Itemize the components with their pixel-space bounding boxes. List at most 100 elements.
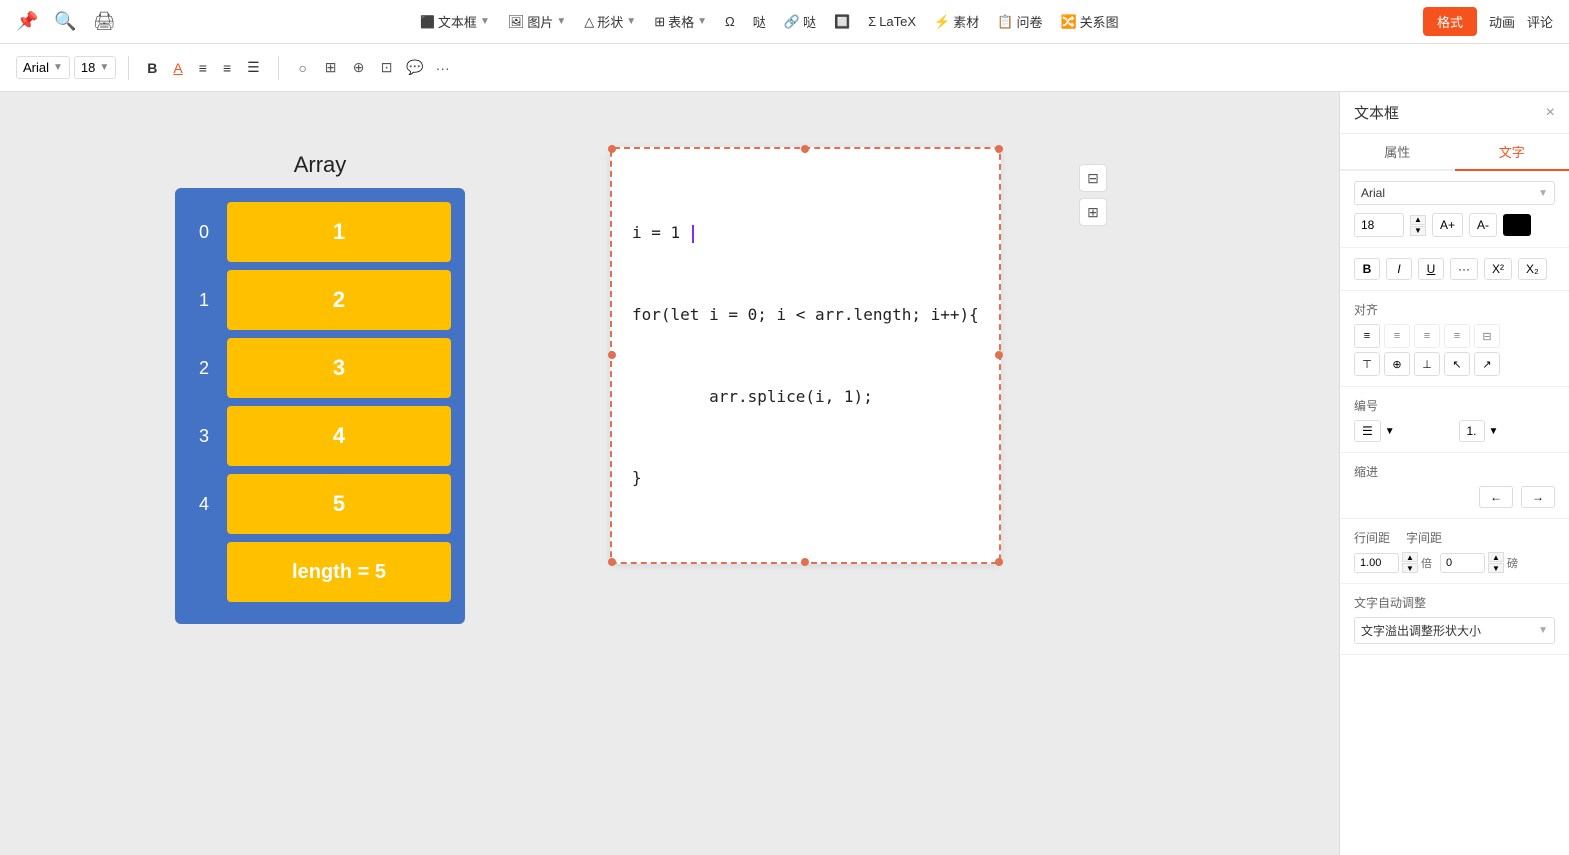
format-button[interactable]: 格式 — [1423, 7, 1477, 36]
numbered-dropdown-arrow[interactable]: ▼ — [1489, 426, 1499, 437]
array-length-cell: length = 5 — [227, 542, 451, 602]
comment-icon[interactable]: 💬 — [403, 56, 427, 80]
char-spacing-group: ▲ ▼ 磅 — [1440, 552, 1518, 573]
handle-bottom-left[interactable] — [608, 558, 616, 566]
handle-bottom-right[interactable] — [995, 558, 1003, 566]
align-left-button[interactable]: ≡ — [193, 56, 213, 80]
handle-top-left[interactable] — [608, 145, 616, 153]
font-size-up[interactable]: ▲ — [1410, 215, 1426, 225]
print-icon[interactable]: 🖨 — [93, 11, 116, 32]
indent-left-button[interactable]: ← — [1479, 486, 1513, 508]
font-name-row: Arial ▼ — [1354, 181, 1555, 205]
numbered-list-button[interactable]: 1. — [1459, 420, 1485, 442]
list-button[interactable]: ☰ — [241, 55, 266, 80]
align-right-button[interactable]: ≡ — [1414, 324, 1440, 348]
panel-toggle-icon[interactable]: ⊟ — [1079, 164, 1107, 192]
h-align-row: ≡ ≡ ≡ ≡ ⊟ — [1354, 324, 1555, 348]
link-menu-item[interactable]: 🔗 哒 — [784, 12, 816, 31]
toolbar-left: 📌 🔍 🖨 — [16, 11, 116, 32]
code-textbox[interactable]: i = 1 for(let i = 0; i < arr.length; i++… — [610, 147, 1001, 564]
code-content[interactable]: i = 1 for(let i = 0; i < arr.length; i++… — [632, 165, 979, 546]
align-center-button[interactable]: ≡ — [217, 56, 237, 80]
char-spacing-input[interactable] — [1440, 553, 1485, 573]
relation-icon: 🔀 — [1060, 14, 1076, 30]
handle-top[interactable] — [801, 145, 809, 153]
font-size-select[interactable]: 18 ▼ — [74, 56, 116, 79]
pin-icon[interactable]: 📌 — [16, 11, 38, 32]
circle-icon[interactable]: ○ — [291, 56, 315, 80]
tab-text[interactable]: 文字 — [1455, 134, 1569, 171]
panel-more-button[interactable]: ··· — [1450, 258, 1478, 280]
tab-attributes[interactable]: 属性 — [1340, 134, 1455, 169]
panel-font-size-input[interactable] — [1354, 213, 1404, 237]
numbering-label: 编号 — [1354, 397, 1555, 414]
bullet-dropdown-arrow[interactable]: ▼ — [1385, 426, 1395, 437]
image-menu-item[interactable]: 🖼 图片 ▼ — [508, 12, 566, 31]
panel-option-icon[interactable]: ⊞ — [1079, 198, 1107, 226]
relation-menu-item[interactable]: 🔀 关系图 — [1060, 12, 1118, 31]
align-center-button[interactable]: ≡ — [1384, 324, 1410, 348]
line-spacing-input[interactable] — [1354, 553, 1399, 573]
line-spacing-down[interactable]: ▼ — [1402, 563, 1418, 573]
toolbar-separator-2 — [278, 56, 279, 80]
omega-menu-item[interactable]: Ω — [725, 14, 735, 29]
table-menu-item[interactable]: ⊞ 表格 ▼ — [654, 12, 707, 31]
comment-button[interactable]: 评论 — [1527, 12, 1553, 31]
autofit-select[interactable]: 文字溢出调整形状大小 ▼ — [1354, 617, 1555, 644]
font-size-value: 18 — [81, 60, 95, 75]
indent-right-button[interactable]: → — [1521, 486, 1555, 508]
valign-upleft-button[interactable]: ↖ — [1444, 352, 1470, 376]
handle-right[interactable] — [995, 351, 1003, 359]
valign-middle-button[interactable]: ⊕ — [1384, 352, 1410, 376]
handle-bottom[interactable] — [801, 558, 809, 566]
handle-left[interactable] — [608, 351, 616, 359]
font-family-select[interactable]: Arial ▼ — [16, 56, 70, 79]
align-distribute-button[interactable]: ⊟ — [1474, 324, 1500, 348]
shape-arrow: ▼ — [626, 16, 636, 27]
bullet-list-button[interactable]: ☰ — [1354, 420, 1381, 442]
material-menu-item[interactable]: ⚡ 素材 — [934, 12, 979, 31]
survey-menu-item[interactable]: 📋 问卷 — [997, 12, 1042, 31]
panel-close-button[interactable]: × — [1546, 104, 1555, 122]
align-left-button[interactable]: ≡ — [1354, 324, 1380, 348]
textbox-menu-item[interactable]: ⬛ 文本框 ▼ — [420, 12, 490, 31]
valign-bottom-button[interactable]: ⊥ — [1414, 352, 1440, 376]
line-spacing-up[interactable]: ▲ — [1402, 552, 1418, 562]
handle-top-right[interactable] — [995, 145, 1003, 153]
char-spacing-down[interactable]: ▼ — [1488, 563, 1504, 573]
panel-italic-button[interactable]: I — [1386, 258, 1412, 280]
search-icon[interactable]: 🔍 — [54, 11, 76, 32]
code-line2: for(let i = 0; i < arr.length; i++){ — [632, 301, 979, 328]
font-size-arrow: ▼ — [99, 62, 109, 73]
array-index-1: 1 — [189, 290, 219, 311]
array-row-3: 3 4 — [189, 406, 451, 466]
animation-button[interactable]: 动画 — [1489, 12, 1515, 31]
grid-icon[interactable]: ⊞ — [319, 56, 343, 80]
font-color-swatch[interactable] — [1503, 214, 1531, 236]
font-shrink-button[interactable]: A- — [1469, 213, 1497, 237]
bold-button[interactable]: B — [141, 56, 163, 80]
panel-underline-button[interactable]: U — [1418, 258, 1444, 280]
layers-icon[interactable]: ⊕ — [347, 56, 371, 80]
align-section: 对齐 ≡ ≡ ≡ ≡ ⊟ ⊤ ⊕ ⊥ ↖ ↗ — [1340, 291, 1569, 387]
valign-top-button[interactable]: ⊤ — [1354, 352, 1380, 376]
char-spacing-up[interactable]: ▲ — [1488, 552, 1504, 562]
shape-menu-item[interactable]: △ 形状 ▼ — [584, 12, 636, 31]
diagram-menu-item[interactable]: 🔲 — [834, 14, 850, 30]
crop-icon[interactable]: ⊡ — [375, 56, 399, 80]
code-line3: arr.splice(i, 1); — [632, 383, 979, 410]
underline-button[interactable]: A — [167, 56, 188, 80]
special-menu-item[interactable]: 哒 — [753, 12, 766, 31]
panel-font-select[interactable]: Arial ▼ — [1354, 181, 1555, 205]
table-arrow: ▼ — [697, 16, 707, 27]
valign-upright-button[interactable]: ↗ — [1474, 352, 1500, 376]
font-grow-button[interactable]: A+ — [1432, 213, 1463, 237]
more-icon[interactable]: ··· — [431, 56, 455, 80]
latex-menu-item[interactable]: Σ LaTeX — [868, 14, 916, 29]
top-toolbar: 📌 🔍 🖨 ⬛ 文本框 ▼ 🖼 图片 ▼ △ 形状 ▼ ⊞ 表格 ▼ Ω 哒 — [0, 0, 1569, 44]
panel-sub-button[interactable]: X₂ — [1518, 258, 1547, 280]
font-size-down[interactable]: ▼ — [1410, 226, 1426, 236]
align-justify-button[interactable]: ≡ — [1444, 324, 1470, 348]
panel-super-button[interactable]: X² — [1484, 258, 1512, 280]
panel-bold-button[interactable]: B — [1354, 258, 1380, 280]
